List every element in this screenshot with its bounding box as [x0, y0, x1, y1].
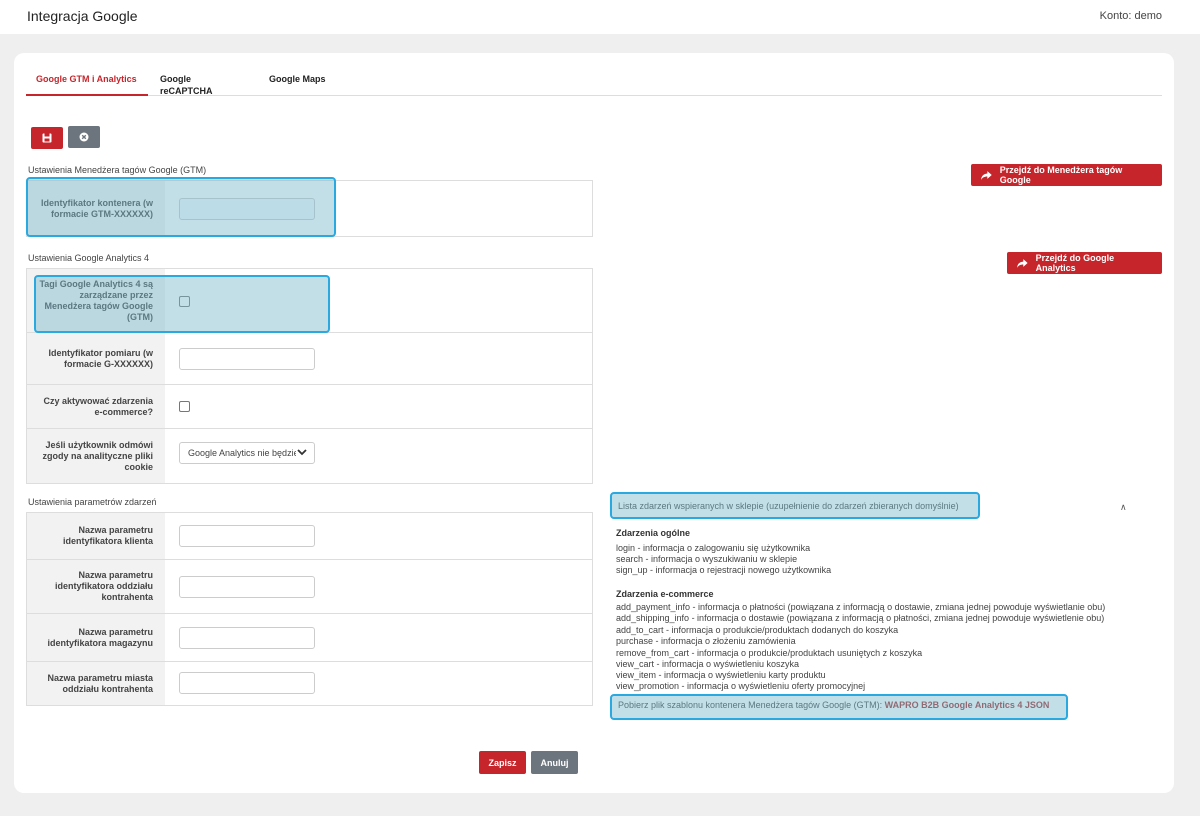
branch-city-row: Nazwa parametru miasta oddziału kontrahe…	[27, 661, 592, 705]
warehouse-id-param-label: Nazwa parametru identyfikatora magazynu	[27, 614, 165, 661]
save-button[interactable]: Zapisz	[479, 751, 526, 774]
floppy-disk-icon	[42, 133, 52, 143]
ecommerce-label: Czy aktywować zdarzenia e-commerce?	[27, 385, 165, 428]
share-arrow-icon	[1017, 258, 1028, 268]
measurement-id-label: Identyfikator pomiaru (w formacie G-XXXX…	[27, 333, 165, 384]
goto-gtm-button[interactable]: Przejdź do Menedżera tagów Google	[971, 164, 1162, 186]
general-event-item: sign_up - informacja o rejestracji noweg…	[616, 565, 832, 575]
params-settings-box: Nazwa parametru identyfikatora klienta N…	[26, 512, 593, 706]
client-id-param-label: Nazwa parametru identyfikatora klienta	[27, 513, 165, 559]
ga4-consent-row: Jeśli użytkownik odmówi zgody na anality…	[27, 428, 592, 483]
ga4-settings-box: Tagi Google Analytics 4 są zarządzane pr…	[26, 268, 593, 484]
download-template-text: Pobierz plik szablonu kontenera Menedżer…	[618, 700, 883, 710]
warehouse-id-row: Nazwa parametru identyfikatora magazynu	[27, 613, 592, 661]
collapse-chevron-icon[interactable]: ∧	[1120, 502, 1127, 513]
tab-gtm-analytics[interactable]: Google GTM i Analytics	[26, 73, 148, 96]
ecommerce-event-item: remove_from_cart - informacja o produkci…	[616, 648, 923, 658]
account-label: Konto: demo	[1099, 10, 1162, 22]
general-events-title: Zdarzenia ogólne	[616, 528, 691, 538]
consent-select-value: Google Analytics nie będzie	[188, 448, 299, 458]
branch-id-row: Nazwa parametru identyfikatora oddziału …	[27, 559, 592, 613]
download-template-line: Pobierz plik szablonu kontenera Menedżer…	[618, 700, 1049, 710]
consent-label: Jeśli użytkownik odmówi zgody na anality…	[27, 429, 165, 483]
general-event-item: search - informacja o wyszukiwaniu w skl…	[616, 554, 798, 564]
ga4-measurement-row: Identyfikator pomiaru (w formacie G-XXXX…	[27, 332, 592, 384]
branch-id-param-input[interactable]	[179, 576, 315, 598]
ecommerce-event-item: view_promotion - informacja o wyświetlen…	[616, 681, 866, 691]
ecommerce-events-title: Zdarzenia e-commerce	[616, 589, 714, 599]
general-event-item: login - informacja o zalogowaniu się uży…	[616, 543, 811, 553]
events-list-header: Lista zdarzeń wspieranych w sklepie (uzu…	[618, 501, 959, 511]
chevron-down-icon	[296, 446, 308, 458]
ecommerce-event-item: add_shipping_info - informacja o dostawi…	[616, 613, 1105, 623]
share-arrow-icon	[981, 170, 992, 180]
container-id-label: Identyfikator kontenera (w formacie GTM-…	[27, 181, 165, 236]
branch-city-param-input[interactable]	[179, 672, 315, 694]
ga4-ecommerce-row: Czy aktywować zdarzenia e-commerce?	[27, 384, 592, 428]
managed-by-gtm-checkbox[interactable]	[179, 296, 190, 307]
ga4-managed-row: Tagi Google Analytics 4 są zarządzane pr…	[27, 269, 592, 332]
main-card: Google GTM i Analytics Google reCAPTCHA …	[14, 53, 1174, 793]
gtm-section-label: Ustawienia Menedżera tagów Google (GTM)	[28, 165, 207, 175]
toolbar-cancel-button[interactable]	[68, 126, 100, 148]
ga4-section-label: Ustawienia Google Analytics 4	[28, 253, 150, 263]
top-bar: Integracja Google Konto: demo	[0, 0, 1200, 34]
client-id-param-input[interactable]	[179, 525, 315, 547]
goto-gtm-label: Przejdź do Menedżera tagów Google	[999, 165, 1123, 185]
measurement-id-input[interactable]	[179, 348, 315, 370]
tab-recaptcha[interactable]: Google reCAPTCHA	[150, 73, 252, 96]
tab-maps[interactable]: Google Maps	[259, 73, 339, 96]
download-template-link[interactable]: WAPRO B2B Google Analytics 4 JSON	[885, 700, 1050, 710]
cancel-button[interactable]: Anuluj	[531, 751, 578, 774]
container-id-input[interactable]	[179, 198, 315, 220]
toolbar-save-button[interactable]	[31, 127, 63, 149]
goto-analytics-label: Przejdź do Google Analytics	[1035, 253, 1115, 273]
ecommerce-event-item: add_payment_info - informacja o płatnośc…	[616, 602, 1106, 612]
branch-city-param-label: Nazwa parametru miasta oddziału kontrahe…	[27, 662, 165, 705]
client-id-row: Nazwa parametru identyfikatora klienta	[27, 513, 592, 559]
ecommerce-event-item: purchase - informacja o złożeniu zamówie…	[616, 636, 796, 646]
ecommerce-event-item: add_to_cart - informacja o produkcie/pro…	[616, 625, 899, 635]
page-title: Integracja Google	[27, 8, 138, 24]
branch-id-param-label: Nazwa parametru identyfikatora oddziału …	[27, 560, 165, 613]
goto-analytics-button[interactable]: Przejdź do Google Analytics	[1007, 252, 1162, 274]
params-section-label: Ustawienia parametrów zdarzeń	[28, 497, 157, 507]
gtm-settings-box: Identyfikator kontenera (w formacie GTM-…	[26, 180, 593, 237]
managed-by-gtm-label: Tagi Google Analytics 4 są zarządzane pr…	[27, 269, 165, 332]
close-circle-icon	[79, 132, 89, 142]
tab-bar: Google GTM i Analytics Google reCAPTCHA …	[26, 73, 1162, 96]
ecommerce-checkbox[interactable]	[179, 401, 190, 412]
warehouse-id-param-input[interactable]	[179, 627, 315, 649]
ecommerce-event-item: view_item - informacja o wyświetleniu ka…	[616, 670, 826, 680]
gtm-container-row: Identyfikator kontenera (w formacie GTM-…	[27, 181, 592, 236]
consent-select[interactable]: Google Analytics nie będzie	[179, 442, 315, 464]
ecommerce-event-item: view_cart - informacja o wyświetleniu ko…	[616, 659, 800, 669]
